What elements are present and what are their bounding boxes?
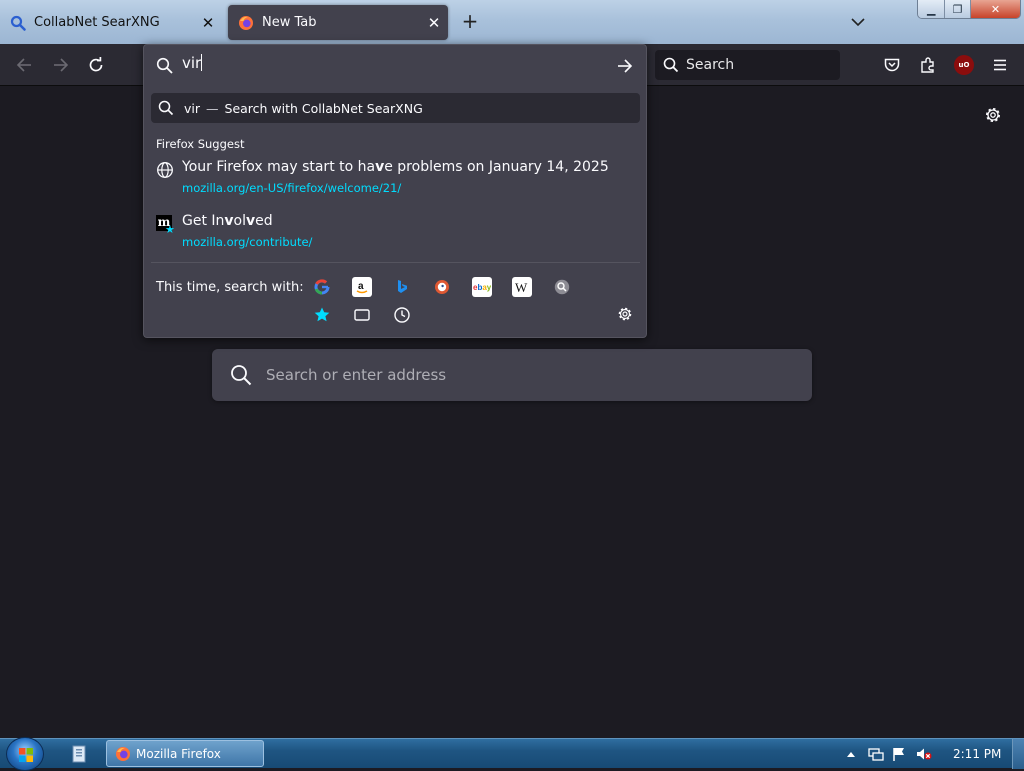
suggestion-title: Your Firefox may start to have problems … bbox=[182, 159, 609, 175]
close-icon[interactable]: ✕ bbox=[420, 14, 448, 32]
search-icon bbox=[231, 365, 252, 386]
bookmarks-icon[interactable] bbox=[312, 305, 332, 325]
firefox-icon bbox=[239, 15, 253, 30]
tab-strip: CollabNet SearXNG ✕ New Tab ✕ + ▁ ❐ ✕ bbox=[0, 0, 1024, 44]
back-button[interactable] bbox=[12, 53, 36, 77]
forward-button[interactable] bbox=[49, 53, 73, 77]
arrow-right-icon bbox=[54, 58, 69, 72]
svg-text:ebay: ebay bbox=[473, 283, 491, 292]
svg-text:W: W bbox=[515, 280, 528, 295]
suggestions-heading: Firefox Suggest bbox=[156, 137, 245, 151]
duckduckgo-icon[interactable] bbox=[432, 277, 452, 297]
puzzle-piece-icon bbox=[921, 57, 934, 73]
text-caret bbox=[201, 54, 203, 71]
gear-icon[interactable] bbox=[616, 305, 634, 323]
close-icon[interactable]: ✕ bbox=[194, 14, 222, 32]
taskbar-firefox-button[interactable]: Mozilla Firefox bbox=[106, 740, 264, 767]
show-desktop-button[interactable] bbox=[1012, 739, 1024, 769]
new-tab-button[interactable]: + bbox=[458, 10, 482, 34]
wikipedia-icon[interactable]: W bbox=[512, 277, 532, 297]
hamburger-menu-icon bbox=[994, 59, 1006, 71]
reload-icon bbox=[89, 57, 103, 72]
reload-button[interactable] bbox=[84, 53, 108, 77]
heuristic-action: Search with CollabNet SearXNG bbox=[224, 100, 423, 116]
list-all-tabs-button[interactable] bbox=[848, 10, 868, 34]
action-center-flag-icon[interactable] bbox=[891, 746, 907, 762]
windows-logo-icon bbox=[19, 748, 33, 762]
network-icon[interactable] bbox=[867, 746, 885, 762]
one-off-search-label: This time, search with: bbox=[156, 280, 304, 295]
history-icon[interactable] bbox=[392, 305, 412, 325]
globe-icon bbox=[157, 162, 173, 178]
arrow-left-icon bbox=[16, 58, 31, 72]
urlbar-dropdown: vir vir — Search with CollabNet SearXNG … bbox=[143, 44, 647, 338]
ebay-icon[interactable]: ebay bbox=[472, 277, 492, 297]
tab-label: CollabNet SearXNG bbox=[34, 15, 160, 30]
gear-icon[interactable] bbox=[983, 105, 1003, 125]
search-icon bbox=[158, 100, 174, 116]
google-icon[interactable] bbox=[312, 277, 332, 297]
home-search-box[interactable] bbox=[212, 349, 812, 401]
chevron-down-icon bbox=[851, 18, 865, 27]
heuristic-query: vir bbox=[184, 100, 201, 116]
pocket-icon bbox=[884, 58, 900, 72]
maximize-button[interactable]: ❐ bbox=[945, 0, 971, 18]
bing-icon[interactable] bbox=[392, 277, 412, 297]
taskbar-app-label: Mozilla Firefox bbox=[136, 746, 221, 761]
home-search-input[interactable] bbox=[264, 365, 784, 385]
chevron-up-icon[interactable] bbox=[845, 747, 857, 761]
tab-collabnet-searxng[interactable]: CollabNet SearXNG ✕ bbox=[0, 5, 222, 40]
firefox-icon bbox=[116, 746, 130, 761]
system-tray bbox=[845, 746, 933, 762]
tabs-icon[interactable] bbox=[352, 305, 372, 325]
app-menu-button[interactable] bbox=[988, 53, 1012, 77]
heuristic-search-result[interactable]: vir — Search with CollabNet SearXNG bbox=[151, 93, 640, 123]
arrow-right-icon[interactable] bbox=[616, 57, 634, 75]
toolbar-search-box[interactable]: Search bbox=[655, 50, 840, 80]
address-bar[interactable]: vir bbox=[144, 45, 646, 87]
minimize-button[interactable]: ▁ bbox=[918, 0, 946, 18]
heuristic-separator: — bbox=[206, 100, 219, 116]
windows-taskbar: Mozilla Firefox 2:11 PM bbox=[0, 737, 1024, 771]
close-window-button[interactable]: ✕ bbox=[970, 0, 1020, 18]
mozilla-bookmark-icon: m ★ bbox=[156, 215, 175, 236]
search-icon bbox=[156, 57, 173, 74]
svg-text:a: a bbox=[358, 281, 364, 292]
explorer-pinned-icon[interactable] bbox=[70, 744, 90, 764]
search-icon bbox=[663, 57, 679, 73]
extensions-button[interactable] bbox=[916, 53, 940, 77]
address-input[interactable]: vir bbox=[182, 54, 203, 72]
searxng-icon[interactable] bbox=[552, 277, 572, 297]
window-controls: ▁ ❐ ✕ bbox=[917, 0, 1021, 19]
amazon-icon[interactable]: a bbox=[352, 277, 372, 297]
pocket-button[interactable] bbox=[880, 53, 904, 77]
volume-muted-icon[interactable] bbox=[915, 746, 933, 762]
start-button[interactable] bbox=[6, 737, 44, 771]
suggestion-title: Get Involved bbox=[182, 213, 273, 229]
suggestion-url: mozilla.org/en-US/firefox/welcome/21/ bbox=[182, 181, 402, 195]
suggestion-url: mozilla.org/contribute/ bbox=[182, 235, 313, 249]
address-typed-text: vir bbox=[182, 54, 202, 72]
tab-label: New Tab bbox=[262, 15, 317, 30]
ublock-origin-icon[interactable]: uO bbox=[954, 55, 974, 75]
toolbar-search-placeholder: Search bbox=[686, 57, 735, 73]
search-icon bbox=[10, 15, 26, 31]
tab-new-tab[interactable]: New Tab ✕ bbox=[228, 5, 448, 40]
divider bbox=[151, 262, 640, 263]
taskbar-clock[interactable]: 2:11 PM bbox=[953, 747, 1001, 761]
